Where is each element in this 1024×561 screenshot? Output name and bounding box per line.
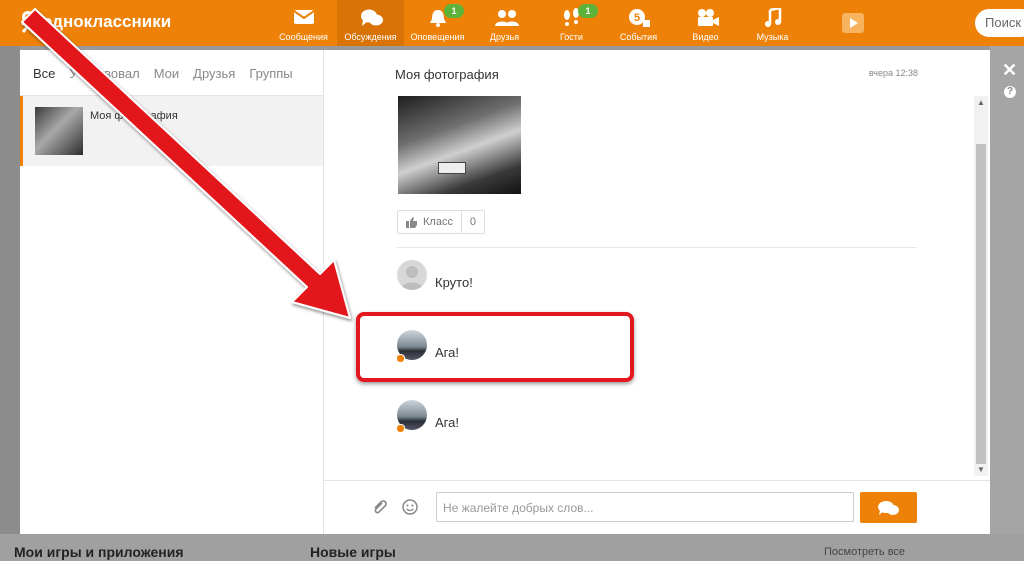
background-page-bottom: Мои игры и приложения Новые игры Посмотр… [0,534,1024,561]
avatar[interactable] [397,260,427,290]
site-logo[interactable]: одноклассники [20,11,171,33]
comment-input[interactable]: Не жалейте добрых слов... [436,492,854,522]
nav-discussions[interactable]: Обсуждения [337,0,404,46]
envelope-icon [292,8,315,28]
nav-music[interactable]: Музыка [739,0,806,46]
discussions-modal: Все Участвовал Мои Друзья Группы Моя фот… [20,50,990,534]
discussion-filter-tabs: Все Участвовал Мои Друзья Группы [33,66,307,81]
attach-paperclip-icon[interactable] [371,498,387,516]
help-icon[interactable]: ? [1004,86,1016,98]
close-icon[interactable]: ✕ [1002,60,1017,81]
online-status-dot [396,424,405,433]
nav-friends[interactable]: Друзья [471,0,538,46]
car-plate [438,162,466,174]
background-page-left [0,46,20,561]
tab-all[interactable]: Все [33,66,55,81]
conversation-item[interactable]: Моя фотография [20,96,323,166]
games-section-title: Мои игры и приложения [14,544,184,560]
tab-participated[interactable]: Участвовал [69,66,139,81]
search-input[interactable]: Поиск [975,9,1024,37]
nav-label: Музыка [756,32,789,42]
comment-item: Ага! [396,400,797,433]
klass-like-button[interactable]: Класс 0 [397,210,485,234]
top-navigation-bar: одноклассники Сообщения Обсуждения 1 Опо… [0,0,1024,46]
annotation-highlight-box [356,312,634,382]
post-title[interactable]: Моя фотография [395,67,499,82]
ok-logo-icon [20,11,36,33]
main-nav: Сообщения Обсуждения 1 Оповещения Друзья… [270,0,806,46]
comment-item: Круто! [397,260,797,292]
guests-badge: 1 [578,4,598,18]
nav-label: Гости [560,32,583,42]
nav-label: Сообщения [279,32,328,42]
friends-icon [494,8,519,28]
nav-notifications[interactable]: 1 Оповещения [404,0,471,46]
conversation-thumbnail [35,107,83,155]
comment-text: Круто! [435,275,473,290]
smiley-icon[interactable] [402,499,418,515]
nav-label: Видео [692,32,719,42]
nav-label: Оповещения [410,32,465,42]
send-comment-button[interactable] [860,492,917,523]
see-all-link: Посмотреть все [824,546,906,558]
events-counter: 5 [633,12,639,24]
nav-label: Друзья [489,32,520,42]
nav-messages[interactable]: Сообщения [270,0,337,46]
chat-bubbles-icon [878,501,899,515]
nav-guests[interactable]: 1 Гости [538,0,605,46]
new-games-title: Новые игры [310,544,396,560]
klass-count: 0 [460,211,484,233]
tab-mine[interactable]: Мои [154,66,179,81]
logo-text: одноклассники [42,12,172,31]
klass-label: Класс [423,216,453,228]
conversation-title: Моя фотография [90,110,178,122]
scroll-up-icon[interactable]: ▲ [977,98,985,107]
events-icon: 5 [628,8,650,28]
video-camera-icon [695,8,719,28]
post-photo[interactable] [398,96,521,194]
thread-scrollbar[interactable]: ▲ ▼ [974,96,988,476]
play-icon[interactable] [842,13,864,33]
nav-label: События [619,32,658,42]
nav-video[interactable]: Видео [672,0,739,46]
music-note-icon [762,6,784,28]
discussion-list-panel: Все Участвовал Мои Друзья Группы Моя фот… [20,50,324,534]
discussion-thread-panel: Моя фотография вчера 12:38 Класс 0 Круто… [324,50,990,534]
chat-bubbles-icon [360,8,383,28]
tab-friends[interactable]: Друзья [193,66,235,81]
nav-events[interactable]: 5 События [605,0,672,46]
scrollbar-thumb[interactable] [976,144,986,464]
divider [397,247,917,248]
nav-label: Обсуждения [344,32,397,42]
notification-badge: 1 [444,4,464,18]
tab-groups[interactable]: Группы [249,66,292,81]
comment-text: Ага! [435,415,459,430]
post-timestamp: вчера 12:38 [868,68,918,78]
thumbs-up-icon [406,217,418,228]
scroll-down-icon[interactable]: ▼ [977,465,985,474]
background-page-right [990,46,1024,561]
divider [324,480,990,481]
